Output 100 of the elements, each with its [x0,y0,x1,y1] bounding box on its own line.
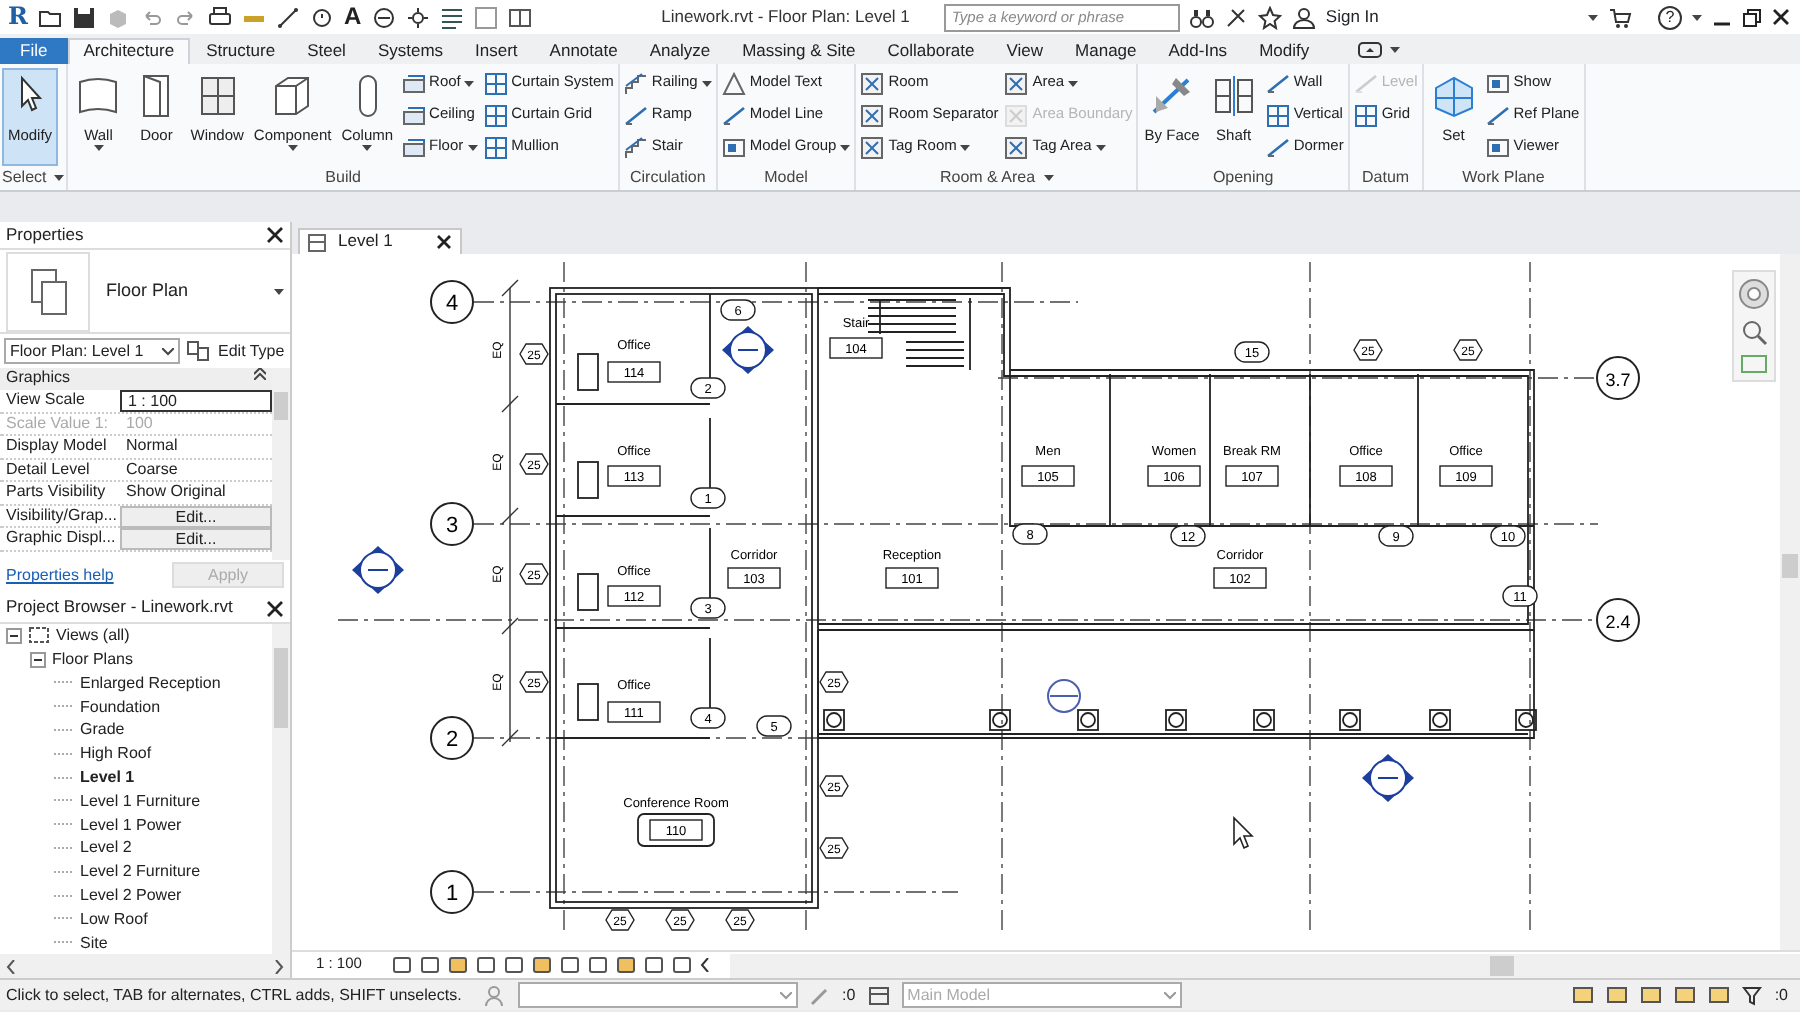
binoculars-icon[interactable] [1189,5,1214,29]
chevron-icon[interactable] [700,958,710,972]
door-tag[interactable] [690,377,726,399]
undo-icon[interactable] [139,5,164,29]
grid-bubble[interactable] [1596,356,1640,400]
room-tag[interactable] [829,337,883,359]
tree-item[interactable]: Level 2 Power [80,885,182,905]
door-tag[interactable] [756,715,792,737]
window-tag[interactable] [1453,339,1483,361]
instance-selector[interactable]: Floor Plan: Level 1 [4,338,180,364]
room-tag[interactable] [727,567,781,589]
ribbon-tab[interactable]: Systems [361,37,460,64]
room-tag[interactable] [885,567,939,589]
grid-bubble[interactable] [430,502,474,546]
ribbon-tab[interactable]: Collaborate [871,37,991,64]
room-tag[interactable] [1439,465,1493,487]
tree-item[interactable]: Level 1 [80,767,135,787]
room-tag[interactable] [607,585,661,607]
ribbon-tab[interactable]: Insert [459,37,534,64]
room-tag[interactable] [607,361,661,383]
tree-item[interactable]: Enlarged Reception [80,673,221,692]
ribbon-tab[interactable]: File [0,37,68,64]
grid-bubble[interactable] [1596,598,1640,642]
close-icon[interactable] [1772,7,1792,27]
window-tag[interactable] [819,775,849,797]
window-tag[interactable] [1353,339,1383,361]
ribbon-tab[interactable]: Structure [190,37,292,64]
ribbon-tab[interactable]: Massing & Site [726,37,872,64]
room-tag[interactable] [1225,465,1279,487]
region-icon[interactable] [1740,354,1768,374]
collapse-icon[interactable] [6,627,22,644]
door-tag[interactable] [1170,525,1206,547]
sign-in-link[interactable]: Sign In [1325,4,1379,30]
door-tag[interactable] [1490,525,1526,547]
ribbon-tab[interactable]: Annotate [533,37,634,64]
navigation-bar[interactable] [1732,270,1776,382]
tree-item[interactable]: Grade [80,720,125,740]
redo-icon[interactable] [173,5,198,29]
panel-toggle-icon[interactable] [1357,42,1382,58]
room-tag[interactable] [1021,465,1075,487]
room-tag[interactable] [649,819,703,841]
edit-button[interactable]: Edit... [120,528,272,550]
door-tag[interactable] [720,299,756,321]
grid-bubble[interactable] [430,716,474,760]
restore-icon[interactable] [1742,7,1762,27]
text-tool-icon[interactable]: A [343,3,362,31]
print-icon[interactable] [207,5,232,29]
door-tag[interactable] [1234,341,1270,363]
tree-item[interactable]: Views (all) [56,626,130,645]
tree-item[interactable]: Low Roof [80,909,148,928]
tree-item[interactable]: High Roof [80,744,152,763]
user-icon[interactable] [1291,5,1316,29]
ribbon-tab[interactable]: Add-Ins [1152,37,1244,64]
section-marker[interactable] [1047,679,1081,713]
vertical-scrollbar[interactable] [272,368,290,560]
door-tag[interactable] [690,707,726,729]
vertical-scrollbar[interactable] [272,623,290,954]
ribbon-tab[interactable]: Analyze [633,37,727,64]
panel-label[interactable]: Room & Area [939,168,1036,188]
edit-type-button[interactable]: Edit Type [186,339,285,363]
grid-bubble[interactable] [430,870,474,914]
ribbon-tab[interactable]: Manage [1059,37,1153,64]
folder-icon[interactable] [37,5,62,29]
help-link[interactable]: Properties help [6,566,114,585]
tree-item[interactable]: Level 2 [80,838,132,857]
room-tag[interactable] [607,701,661,723]
tree-item[interactable]: Floor Plans [52,649,133,669]
save-icon[interactable] [71,5,96,29]
property-value-field[interactable]: 1 : 100 [120,390,272,412]
tree-item[interactable]: Site [80,933,108,952]
ribbon-tab[interactable]: Modify [1243,37,1326,64]
help-button[interactable]: ? [1658,5,1682,29]
cart-icon[interactable] [1608,5,1632,29]
window-tag[interactable] [819,671,849,693]
ribbon-tab[interactable]: Architecture [67,37,191,64]
window-tag[interactable] [519,563,549,585]
tree-item[interactable]: Foundation [80,697,161,716]
tile-icon[interactable] [507,5,532,29]
room-tag[interactable] [1339,465,1393,487]
room-tag[interactable] [1147,465,1201,487]
door-tag[interactable] [690,597,726,619]
close-icon[interactable] [266,599,284,618]
close-icon[interactable] [266,226,284,244]
window-tag[interactable] [725,909,755,931]
horizontal-scrollbar[interactable] [730,953,1800,977]
room-tag[interactable] [1213,567,1267,589]
document-tab[interactable]: Level 1 [298,228,462,254]
elevation-marker[interactable] [1362,754,1414,802]
steering-wheel-icon[interactable] [1738,278,1770,310]
horizontal-scrollbar[interactable] [0,954,290,978]
zoom-icon[interactable] [1740,318,1768,346]
window-tag[interactable] [665,909,695,931]
door-tag[interactable] [1378,525,1414,547]
collapse-icon[interactable] [30,651,46,668]
edit-button[interactable]: Edit... [120,505,272,527]
window-tag[interactable] [605,909,635,931]
ribbon-tab[interactable]: Steel [291,37,362,64]
elevation-marker[interactable] [722,326,774,374]
window-tag[interactable] [519,343,549,365]
tree-item[interactable]: Level 1 Power [80,815,182,834]
